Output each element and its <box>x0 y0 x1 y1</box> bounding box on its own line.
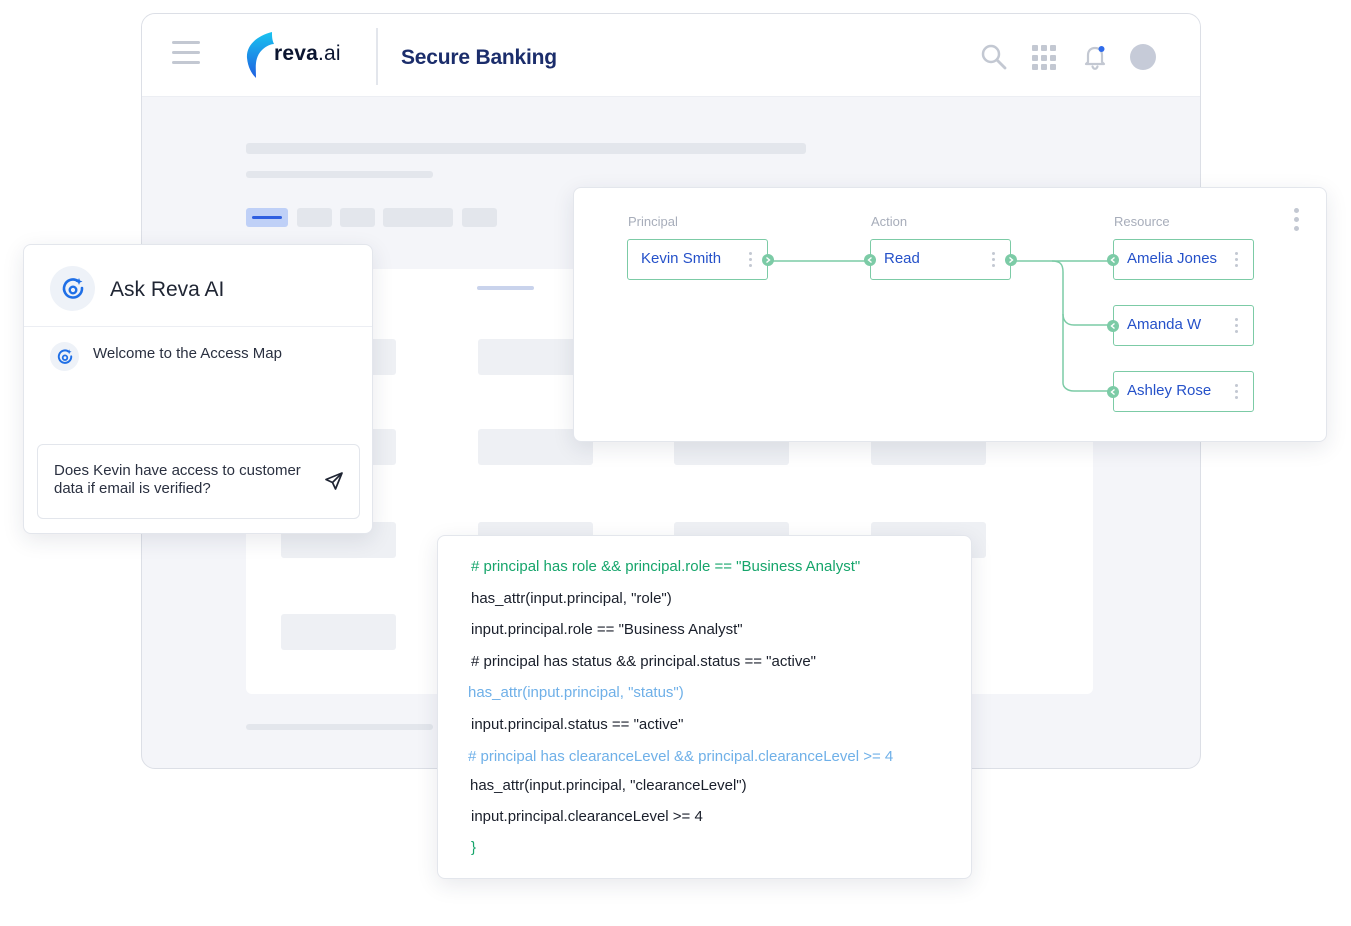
reva-logo-mark-icon <box>246 32 274 78</box>
placeholder-bar <box>246 724 433 730</box>
search-icon[interactable] <box>980 43 1008 71</box>
reva-assistant-icon <box>50 266 95 311</box>
access-map-panel: Principal Action Resource Kevin Smith Re… <box>573 187 1327 442</box>
code-comment-highlighted: # principal has clearanceLevel && princi… <box>468 748 894 765</box>
active-tab-placeholder[interactable] <box>246 208 288 227</box>
node-menu-icon[interactable] <box>749 252 753 269</box>
code-closing-brace: } <box>471 839 477 856</box>
node-label: Amanda W <box>1127 316 1202 333</box>
code-comment: # principal has role && principal.role =… <box>471 558 861 575</box>
resource-node[interactable]: Amelia Jones <box>1107 239 1254 280</box>
code-line: input.principal.clearanceLevel >= 4 <box>471 808 703 825</box>
send-icon[interactable] <box>324 471 344 491</box>
principal-node[interactable]: Kevin Smith <box>627 239 774 280</box>
menu-icon[interactable] <box>172 41 200 65</box>
code-line-highlighted: has_attr(input.principal, "status") <box>468 684 684 701</box>
node-label: Amelia Jones <box>1127 250 1218 267</box>
apps-grid-icon[interactable] <box>1032 45 1058 71</box>
more-options-icon[interactable] <box>1294 208 1300 232</box>
port-out-icon[interactable] <box>1005 254 1017 266</box>
tab-placeholder[interactable] <box>462 208 497 227</box>
bell-icon[interactable] <box>1082 43 1108 71</box>
port-in-icon[interactable] <box>1107 254 1119 266</box>
node-menu-icon[interactable] <box>992 252 996 269</box>
chat-input[interactable]: Does Kevin have access to customer data … <box>37 444 360 519</box>
app-title: Secure Banking <box>401 46 557 69</box>
resource-node[interactable]: Amanda W <box>1107 305 1254 346</box>
node-menu-icon[interactable] <box>1235 384 1239 401</box>
column-label-resource: Resource <box>1114 214 1170 229</box>
logo-suffix: .ai <box>318 42 341 65</box>
policy-code-panel: # principal has role && principal.role =… <box>437 535 972 879</box>
port-in-icon[interactable] <box>864 254 876 266</box>
column-label-principal: Principal <box>628 214 678 229</box>
tab-placeholder[interactable] <box>383 208 453 227</box>
node-label: Read <box>884 250 920 267</box>
logo-name: reva <box>274 42 319 65</box>
ask-reva-chat-panel: Ask Reva AI Welcome to the Access Map Do… <box>23 244 373 534</box>
header-divider <box>376 28 378 85</box>
chat-header: Ask Reva AI <box>24 245 372 327</box>
welcome-message: Welcome to the Access Map <box>93 345 282 362</box>
tab-placeholder[interactable] <box>297 208 332 227</box>
port-in-icon[interactable] <box>1107 386 1119 398</box>
node-label: Kevin Smith <box>641 250 722 267</box>
placeholder-bar <box>246 171 433 178</box>
code-line: has_attr(input.principal, "clearanceLeve… <box>470 777 747 794</box>
action-node[interactable]: Read <box>864 239 1017 280</box>
code-line: input.principal.role == "Business Analys… <box>471 621 743 638</box>
top-bar: reva.ai Secure Banking <box>142 14 1200 97</box>
code-line: has_attr(input.principal, "role") <box>471 590 672 607</box>
placeholder-bar <box>246 143 806 154</box>
node-label: Ashley Rose <box>1127 382 1212 399</box>
port-in-icon[interactable] <box>1107 320 1119 332</box>
node-menu-icon[interactable] <box>1235 252 1239 269</box>
port-out-icon[interactable] <box>762 254 774 266</box>
resource-node[interactable]: Ashley Rose <box>1107 371 1254 412</box>
reva-message-avatar-icon <box>50 342 79 371</box>
avatar[interactable] <box>1130 44 1156 70</box>
tab-placeholder[interactable] <box>340 208 375 227</box>
code-line: input.principal.status == "active" <box>471 716 684 733</box>
code-comment: # principal has status && principal.stat… <box>471 653 816 670</box>
reva-logo: reva.ai <box>242 28 352 82</box>
node-menu-icon[interactable] <box>1235 318 1239 335</box>
column-label-action: Action <box>871 214 908 229</box>
chat-title: Ask Reva AI <box>110 278 225 301</box>
chat-input-text[interactable]: Does Kevin have access to customer data … <box>54 462 324 498</box>
